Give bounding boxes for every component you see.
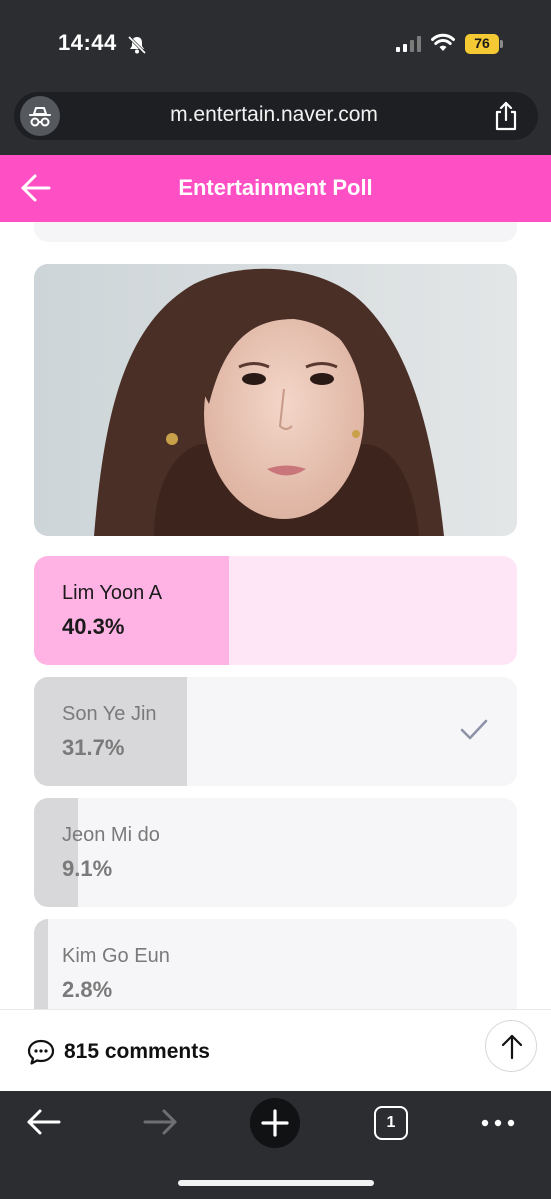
plus-icon	[261, 1109, 289, 1137]
app-header: Entertainment Poll	[0, 155, 551, 222]
arrow-up-icon	[501, 1034, 523, 1060]
share-icon[interactable]	[492, 101, 520, 131]
poll-option-name: Kim Go Eun	[62, 945, 170, 967]
poll-option-percent: 9.1%	[62, 856, 113, 881]
poll-option-name: Lim Yoon A	[62, 582, 163, 604]
poll-option-jeon-mi-do[interactable]: Jeon Mi do 9.1%	[34, 798, 517, 907]
check-icon	[460, 719, 488, 740]
new-tab-button[interactable]	[250, 1098, 300, 1148]
back-icon[interactable]	[26, 1107, 62, 1137]
poll-option-bar	[34, 556, 229, 665]
candidate-photo	[34, 264, 517, 536]
bell-off-icon	[127, 35, 147, 55]
poll-option-bar	[34, 919, 48, 1009]
poll-option-son-ye-jin[interactable]: Son Ye Jin 31.7%	[34, 677, 517, 786]
poll-option-kim-go-eun[interactable]: Kim Go Eun 2.8%	[34, 919, 517, 1009]
poll-option-bar	[34, 677, 188, 786]
battery-percent: 76	[474, 35, 490, 51]
home-indicator	[178, 1180, 374, 1186]
wifi-icon	[431, 33, 455, 51]
more-icon[interactable]	[478, 1113, 518, 1133]
speech-bubble-icon	[27, 1039, 55, 1065]
browser-top-chrome: 14:44 76 m.entertain.naver.com	[0, 0, 551, 155]
site-settings-icon[interactable]	[20, 96, 60, 136]
previous-card-edge	[34, 222, 517, 242]
browser-bottom-toolbar: 1	[0, 1091, 551, 1199]
status-time: 14:44	[58, 30, 117, 55]
poll-option-percent: 31.7%	[62, 735, 125, 760]
comment-count[interactable]: 815 comments	[64, 1040, 210, 1064]
poll-option-percent: 40.3%	[62, 614, 125, 639]
poll-option-bar	[34, 798, 78, 907]
forward-icon[interactable]	[142, 1107, 178, 1137]
comments-bar[interactable]: 815 comments	[0, 1009, 551, 1091]
tab-count: 1	[386, 1114, 396, 1131]
tabs-button[interactable]: 1	[374, 1106, 408, 1140]
portrait-illustration	[34, 264, 517, 536]
signal-icon	[396, 36, 421, 52]
poll-option-percent: 2.8%	[62, 977, 113, 1002]
poll-content[interactable]: Lim Yoon A 40.3% Son Ye Jin 31.7% Jeon M…	[0, 222, 551, 1009]
poll-option-lim-yoon-a[interactable]: Lim Yoon A 40.3%	[34, 556, 517, 665]
site-settings-glyph	[29, 107, 51, 127]
address-bar[interactable]: m.entertain.naver.com	[14, 92, 538, 140]
url-text[interactable]: m.entertain.naver.com	[74, 103, 474, 127]
battery-icon: 76	[465, 34, 503, 54]
poll-option-name: Jeon Mi do	[62, 824, 160, 846]
scroll-to-top-button[interactable]	[485, 1020, 537, 1072]
poll-option-name: Son Ye Jin	[62, 703, 157, 725]
battery-nub	[500, 40, 503, 48]
page-title: Entertainment Poll	[178, 175, 373, 200]
